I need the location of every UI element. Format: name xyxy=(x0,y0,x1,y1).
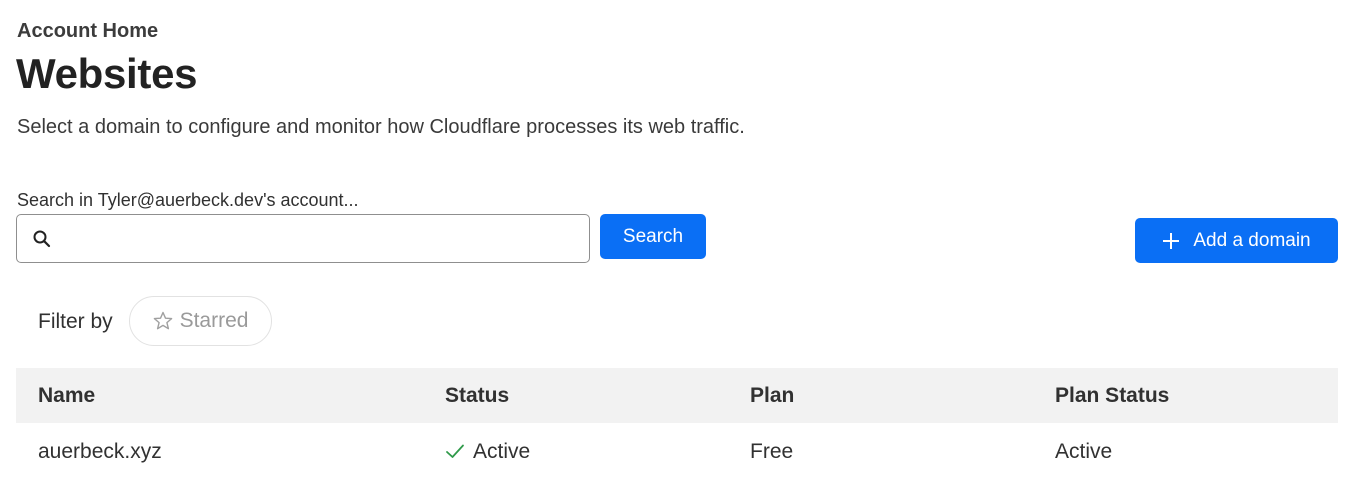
search-input[interactable] xyxy=(62,215,589,262)
websites-table: Name Status Plan Plan Status auerbeck.xy… xyxy=(16,368,1338,481)
starred-chip-label: Starred xyxy=(179,309,249,332)
plan-cell: Free xyxy=(750,440,794,463)
star-outline-icon xyxy=(153,311,173,331)
add-domain-label: Add a domain xyxy=(1193,229,1311,251)
breadcrumb[interactable]: Account Home xyxy=(17,20,158,43)
filter-label: Filter by xyxy=(38,310,113,333)
websites-page: Account Home Websites Select a domain to… xyxy=(0,0,1366,486)
page-title: Websites xyxy=(16,50,198,97)
starred-filter-chip[interactable]: Starred xyxy=(129,296,272,346)
search-button[interactable]: Search xyxy=(600,214,706,259)
domain-name-link[interactable]: auerbeck.xyz xyxy=(38,440,162,464)
search-label: Search in Tyler@auerbeck.dev's account..… xyxy=(17,190,359,210)
search-icon xyxy=(32,229,52,249)
column-header-name[interactable]: Name xyxy=(38,384,95,408)
column-header-plan-status[interactable]: Plan Status xyxy=(1055,384,1169,408)
table-row[interactable]: auerbeck.xyz Active Free Active xyxy=(16,423,1338,481)
plan-status-cell: Active xyxy=(1055,440,1113,463)
plus-icon xyxy=(1162,232,1180,250)
column-header-plan[interactable]: Plan xyxy=(750,384,794,408)
check-icon xyxy=(445,442,465,462)
status-cell: Active xyxy=(445,440,530,464)
column-header-status[interactable]: Status xyxy=(445,384,509,408)
search-field[interactable] xyxy=(16,214,590,263)
add-domain-button[interactable]: Add a domain xyxy=(1135,218,1338,263)
status-text: Active xyxy=(473,440,531,463)
table-header: Name Status Plan Plan Status xyxy=(16,368,1338,423)
page-description: Select a domain to configure and monitor… xyxy=(17,116,745,138)
